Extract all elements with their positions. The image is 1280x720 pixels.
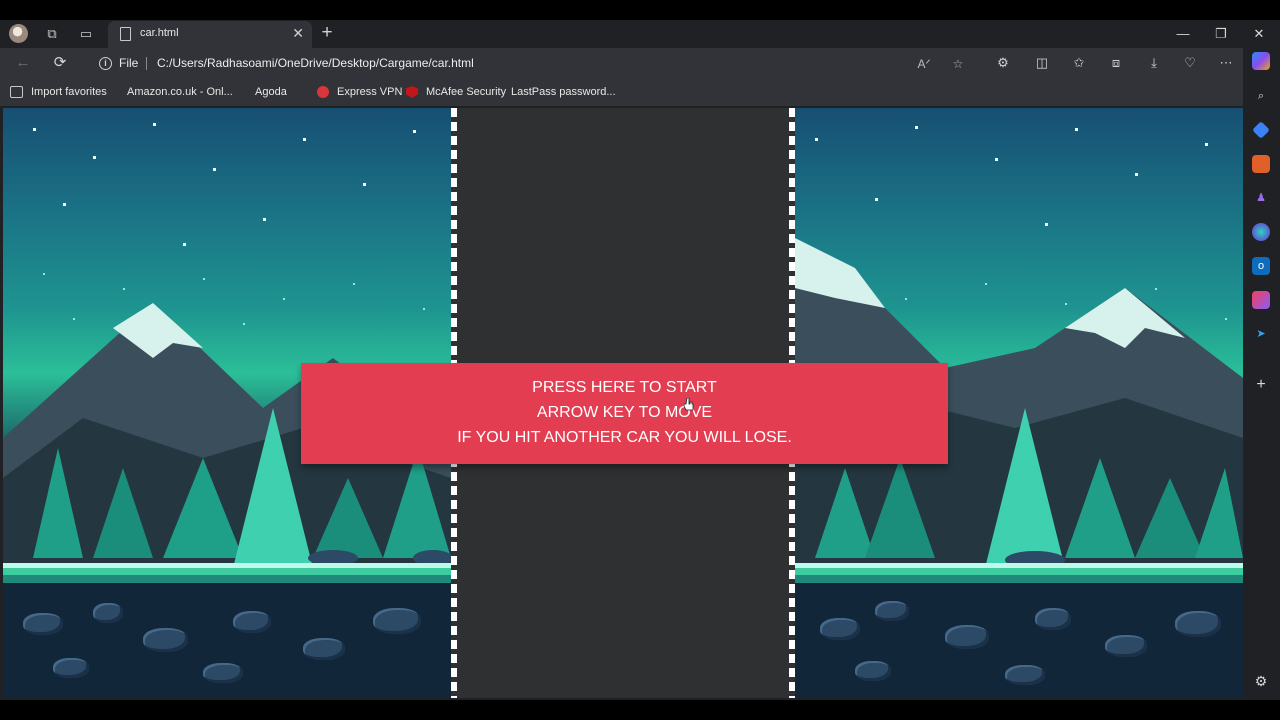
send-icon[interactable]: ➤ <box>1252 325 1270 343</box>
browser-essentials-icon[interactable]: ♡ <box>1179 52 1201 74</box>
edge-sidebar: ⌕ ♟ o ➤ + ⚙ <box>1243 48 1280 700</box>
favorite-mcafee[interactable]: McAfee Security <box>406 84 506 100</box>
url-text[interactable]: C:/Users/Radhasoami/OneDrive/Desktop/Car… <box>157 56 474 70</box>
favorite-label: Agoda <box>255 86 287 98</box>
copilot-icon[interactable] <box>1252 52 1270 70</box>
screen: ⧉ ▭ car.html ✕ + — ❐ ✕ ← ⟳ i File C:/Use… <box>0 0 1280 720</box>
info-icon[interactable]: i <box>99 57 112 70</box>
downloads-icon[interactable]: ⤓ <box>1143 52 1165 74</box>
read-aloud-icon[interactable]: Aᐟ <box>914 54 934 74</box>
back-button[interactable]: ← <box>12 52 34 74</box>
tab-close-icon[interactable]: ✕ <box>292 25 304 42</box>
tab-strip: ⧉ ▭ car.html ✕ + — ❐ ✕ <box>0 20 1280 48</box>
lose-instruction: IF YOU HIT ANOTHER CAR YOU WILL LOSE. <box>457 429 792 446</box>
rocky-ground <box>795 583 1243 698</box>
tab-actions-icon[interactable]: ▭ <box>76 24 96 44</box>
minimize-button[interactable]: — <box>1168 23 1198 45</box>
address-divider <box>146 57 147 70</box>
search-icon[interactable]: ⌕ <box>1252 87 1270 105</box>
favorite-label: LastPass password... <box>511 86 616 98</box>
microsoft365-icon[interactable] <box>1252 223 1270 241</box>
import-icon <box>10 86 23 98</box>
address-bar[interactable]: i File C:/Users/Radhasoami/OneDrive/Desk… <box>88 50 988 76</box>
settings-icon[interactable]: ⚙ <box>1252 672 1270 690</box>
mcafee-icon <box>406 86 418 98</box>
favorite-label: Express VPN <box>337 86 403 98</box>
favorite-amazon[interactable]: Amazon.co.uk - Onl... <box>127 84 233 185</box>
favorites-bar: Import favorites Amazon.co.uk - Onl... A… <box>0 78 1243 185</box>
grass-strip <box>795 563 1243 583</box>
profile-avatar[interactable] <box>9 24 28 43</box>
designer-icon[interactable] <box>1252 291 1270 309</box>
tab-title: car.html <box>140 27 179 39</box>
new-tab-button[interactable]: + <box>317 22 337 44</box>
page-icon <box>120 27 131 41</box>
add-icon[interactable]: + <box>1252 376 1270 394</box>
split-screen-icon[interactable]: ◫ <box>1031 52 1053 74</box>
favorites-icon[interactable]: ✩ <box>1068 52 1090 74</box>
games-icon[interactable]: ♟ <box>1252 189 1270 207</box>
favorite-label: McAfee Security <box>426 86 507 98</box>
tab-car-html[interactable]: car.html ✕ <box>108 21 312 48</box>
game-area[interactable]: PRESS HERE TO START ARROW KEY TO MOVE IF… <box>3 108 1243 698</box>
collections-icon[interactable]: ⧈ <box>1105 52 1127 74</box>
hand-cursor-icon <box>684 398 694 411</box>
workspaces-icon[interactable]: ⧉ <box>42 24 62 44</box>
favorite-star-icon[interactable]: ☆ <box>948 54 968 74</box>
start-instruction: PRESS HERE TO START <box>532 379 717 396</box>
favorite-label: Import favorites <box>31 86 107 98</box>
start-game-button[interactable]: PRESS HERE TO START ARROW KEY TO MOVE IF… <box>301 363 948 464</box>
rocky-ground <box>3 583 451 698</box>
favorite-label: Amazon.co.uk - Onl... <box>127 86 233 98</box>
favorite-agoda[interactable]: Agoda <box>255 84 287 185</box>
refresh-button[interactable]: ⟳ <box>49 52 71 74</box>
vpn-icon <box>317 86 329 98</box>
favorite-express-vpn[interactable]: Express VPN <box>317 84 402 100</box>
scheme-label: File <box>119 56 139 70</box>
move-instruction: ARROW KEY TO MOVE <box>536 404 713 421</box>
browser-window: ⧉ ▭ car.html ✕ + — ❐ ✕ ← ⟳ i File C:/Use… <box>0 20 1280 700</box>
close-window-button[interactable]: ✕ <box>1244 23 1274 45</box>
briefcase-icon[interactable] <box>1252 155 1270 173</box>
favorite-import[interactable]: Import favorites <box>10 84 107 100</box>
grass-strip <box>3 563 451 583</box>
tag-icon[interactable] <box>1252 121 1270 139</box>
restore-button[interactable]: ❐ <box>1206 23 1236 45</box>
extensions-icon[interactable]: ⚙ <box>992 52 1014 74</box>
favorite-lastpass[interactable]: LastPass password... <box>511 84 616 185</box>
toolbar: ← ⟳ i File C:/Users/Radhasoami/OneDrive/… <box>0 48 1243 78</box>
more-options-icon[interactable]: ⋯ <box>1215 52 1237 74</box>
outlook-icon[interactable]: o <box>1252 257 1270 275</box>
